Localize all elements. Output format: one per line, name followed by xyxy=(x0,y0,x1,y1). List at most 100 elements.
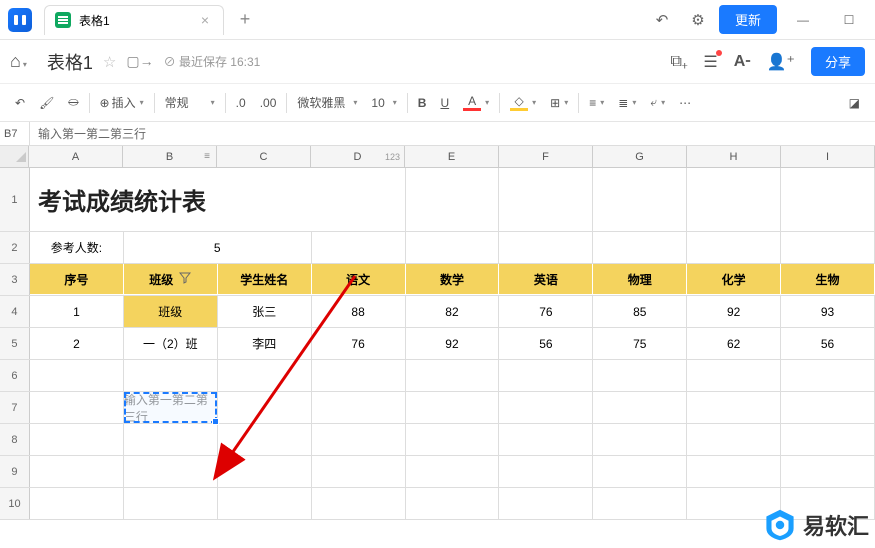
cell[interactable]: 56 xyxy=(781,328,875,359)
paint-format-button[interactable]: 🖌 xyxy=(32,90,61,116)
close-tab-icon[interactable]: × xyxy=(197,12,213,28)
row-header[interactable]: 1 xyxy=(0,168,30,231)
cell[interactable] xyxy=(593,360,687,391)
row-header[interactable]: 3 xyxy=(0,264,30,295)
row-header[interactable]: 6 xyxy=(0,360,30,391)
home-icon[interactable]: ⌂▾ xyxy=(10,51,27,72)
text-format-icon[interactable]: A⁼ xyxy=(734,53,751,71)
gear-icon[interactable]: ⚙ xyxy=(683,5,713,35)
number-format-select[interactable]: 常规▾ xyxy=(158,90,222,116)
column-header[interactable]: B≡ xyxy=(123,146,217,167)
cell[interactable] xyxy=(781,392,875,423)
list-icon[interactable]: ☰ xyxy=(703,52,717,72)
cell[interactable] xyxy=(124,456,218,487)
cell[interactable]: 2 xyxy=(30,328,124,359)
cell[interactable]: 化学 xyxy=(687,264,781,295)
horizontal-align-button[interactable]: ≣▾ xyxy=(611,90,643,116)
column-header[interactable]: D123 xyxy=(311,146,405,167)
cell[interactable] xyxy=(406,168,500,231)
cell[interactable]: 76 xyxy=(499,296,593,327)
cell[interactable]: 张三 xyxy=(218,296,312,327)
more-button[interactable]: ⋯ xyxy=(672,90,698,116)
undo-icon[interactable]: ↶ xyxy=(647,5,677,35)
cell[interactable] xyxy=(124,488,218,519)
cell[interactable] xyxy=(124,424,218,455)
cell[interactable] xyxy=(30,456,124,487)
cell[interactable] xyxy=(312,232,406,263)
column-header[interactable]: E xyxy=(405,146,499,167)
cell[interactable] xyxy=(30,424,124,455)
cell[interactable] xyxy=(406,392,500,423)
row-header[interactable]: 10 xyxy=(0,488,30,519)
cell[interactable]: 学生姓名 xyxy=(218,264,312,295)
undo-button[interactable]: ↶ xyxy=(8,90,32,116)
insert-menu[interactable]: ⊕ 插入▾ xyxy=(93,90,151,116)
cell[interactable] xyxy=(312,360,406,391)
cell[interactable] xyxy=(218,360,312,391)
update-button[interactable]: 更新 xyxy=(719,5,777,34)
borders-button[interactable]: ⊞▾ xyxy=(543,90,575,116)
add-tab-button[interactable]: + xyxy=(230,5,260,35)
cell[interactable] xyxy=(593,424,687,455)
cell[interactable] xyxy=(218,456,312,487)
cell[interactable] xyxy=(499,360,593,391)
font-size-select[interactable]: 10▾ xyxy=(364,90,403,116)
cell[interactable] xyxy=(593,456,687,487)
cell[interactable] xyxy=(781,456,875,487)
cell[interactable]: 92 xyxy=(687,296,781,327)
cell[interactable] xyxy=(499,232,593,263)
filter-icon[interactable] xyxy=(179,272,191,287)
cell[interactable]: 88 xyxy=(312,296,406,327)
cell[interactable]: 一（2）班 xyxy=(124,328,218,359)
cell[interactable]: 物理 xyxy=(593,264,687,295)
select-all-corner[interactable] xyxy=(0,146,29,167)
document-tab[interactable]: 表格1 × xyxy=(44,5,224,35)
row-header[interactable]: 4 xyxy=(0,296,30,327)
maximize-button[interactable]: ☐ xyxy=(829,0,869,40)
cell[interactable] xyxy=(781,232,875,263)
cell[interactable]: 序号 xyxy=(30,264,124,295)
vertical-align-button[interactable]: ≡▾ xyxy=(582,90,611,116)
row-header[interactable]: 2 xyxy=(0,232,30,263)
column-header[interactable]: H xyxy=(687,146,781,167)
cell[interactable] xyxy=(593,488,687,519)
cell[interactable] xyxy=(593,392,687,423)
cell[interactable] xyxy=(218,424,312,455)
cell[interactable] xyxy=(124,360,218,391)
cell[interactable] xyxy=(218,392,312,423)
fill-color-button[interactable]: ◇▾ xyxy=(503,90,543,116)
cell[interactable] xyxy=(781,168,875,231)
wrap-button[interactable]: ⤶▾ xyxy=(643,90,672,116)
cell[interactable] xyxy=(312,488,406,519)
cell[interactable]: 92 xyxy=(406,328,500,359)
clear-format-button[interactable]: ⬭ xyxy=(61,90,85,116)
formula-input[interactable]: 输入第一第二第三行 xyxy=(30,125,154,142)
cell[interactable] xyxy=(30,392,124,423)
cell[interactable]: 62 xyxy=(687,328,781,359)
cell[interactable]: 85 xyxy=(593,296,687,327)
column-header[interactable]: G xyxy=(593,146,687,167)
column-header[interactable]: A xyxy=(29,146,123,167)
row-header[interactable]: 9 xyxy=(0,456,30,487)
cell[interactable] xyxy=(781,360,875,391)
cell[interactable] xyxy=(593,168,687,231)
cell[interactable]: 56 xyxy=(499,328,593,359)
font-select[interactable]: 微软雅黑▾ xyxy=(290,90,364,116)
cell[interactable]: 数学 xyxy=(406,264,500,295)
cell[interactable]: 参考人数: xyxy=(30,232,124,263)
cell[interactable] xyxy=(687,392,781,423)
cell[interactable] xyxy=(406,488,500,519)
cell[interactable]: 1 xyxy=(30,296,124,327)
font-color-button[interactable]: A▾ xyxy=(456,90,496,116)
cell[interactable] xyxy=(406,424,500,455)
cell[interactable]: 5 xyxy=(124,232,312,263)
cell[interactable]: 语文 xyxy=(312,264,406,295)
cell[interactable]: 75 xyxy=(593,328,687,359)
cell[interactable] xyxy=(687,456,781,487)
cell[interactable] xyxy=(687,168,781,231)
cell[interactable]: 班级 xyxy=(124,264,218,295)
cell[interactable] xyxy=(499,456,593,487)
cell[interactable] xyxy=(30,360,124,391)
cell[interactable] xyxy=(312,392,406,423)
minimize-button[interactable]: — xyxy=(783,0,823,40)
